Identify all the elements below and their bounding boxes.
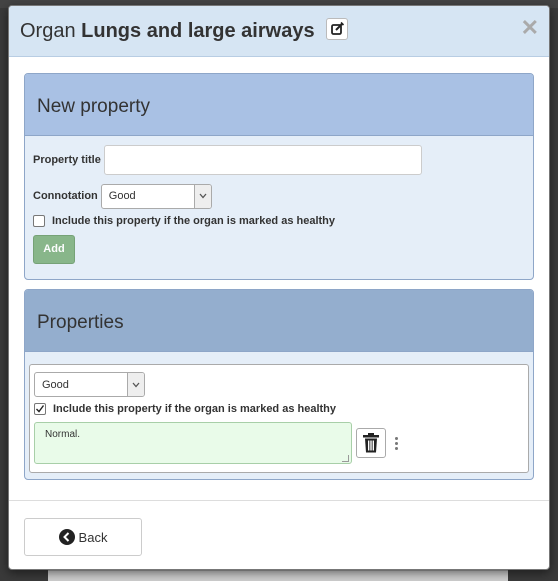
- property-title-label: Property title: [33, 154, 101, 166]
- drag-handle-icon[interactable]: [395, 436, 399, 450]
- properties-list: Good Include this property if the organ …: [25, 352, 533, 479]
- property-text-area[interactable]: Normal.: [34, 422, 352, 464]
- chevron-down-icon: [127, 373, 144, 396]
- add-property-button[interactable]: Add: [33, 235, 75, 264]
- property-title-input[interactable]: [103, 145, 422, 175]
- connotation-select-value: Good: [108, 190, 136, 202]
- check-icon: [36, 405, 45, 413]
- edit-organ-button[interactable]: [326, 17, 349, 40]
- back-button[interactable]: Back: [24, 518, 142, 556]
- properties-title: Properties: [37, 312, 124, 333]
- connotation-select[interactable]: Good: [100, 183, 212, 209]
- delete-property-button[interactable]: [356, 428, 386, 458]
- modal-title-prefix: Organ: [20, 20, 76, 42]
- background-content: [48, 570, 508, 581]
- back-label: Back: [78, 529, 108, 545]
- modal-header: Organ Lungs and large airways ✕: [9, 6, 549, 57]
- modal-body: New property Property title Connotation …: [9, 57, 549, 480]
- properties-panel: Properties Good Include this property if…: [24, 289, 534, 480]
- trash-icon: [363, 433, 379, 453]
- new-property-title: New property: [37, 96, 150, 117]
- property-include-label: Include this property if the organ is ma…: [53, 403, 337, 415]
- include-healthy-checkbox[interactable]: [33, 215, 45, 227]
- organ-name: Lungs and large airways: [81, 20, 315, 42]
- property-include-checkbox[interactable]: [34, 403, 46, 415]
- arrow-left-circle-icon: [58, 529, 75, 545]
- include-healthy-label: Include this property if the organ is ma…: [52, 215, 336, 227]
- chevron-down-icon: [193, 184, 211, 208]
- new-property-form: Property title Connotation Good Include …: [25, 136, 533, 279]
- property-text: Normal.: [45, 429, 81, 440]
- close-icon[interactable]: ✕: [521, 15, 539, 41]
- modal-footer: Back: [9, 500, 549, 569]
- connotation-label: Connotation: [33, 190, 98, 202]
- properties-heading: Properties: [25, 290, 533, 352]
- new-property-panel: New property Property title Connotation …: [24, 73, 534, 280]
- new-property-heading: New property: [25, 74, 533, 136]
- organ-modal: Organ Lungs and large airways ✕ New prop…: [8, 5, 550, 570]
- property-connotation-select[interactable]: Good: [34, 372, 145, 397]
- resize-grip-icon[interactable]: [342, 455, 349, 462]
- property-connotation-value: Good: [42, 378, 69, 391]
- modal-title: Organ Lungs and large airways: [20, 17, 349, 43]
- property-item: Good Include this property if the organ …: [29, 364, 529, 473]
- edit-icon: [331, 21, 345, 35]
